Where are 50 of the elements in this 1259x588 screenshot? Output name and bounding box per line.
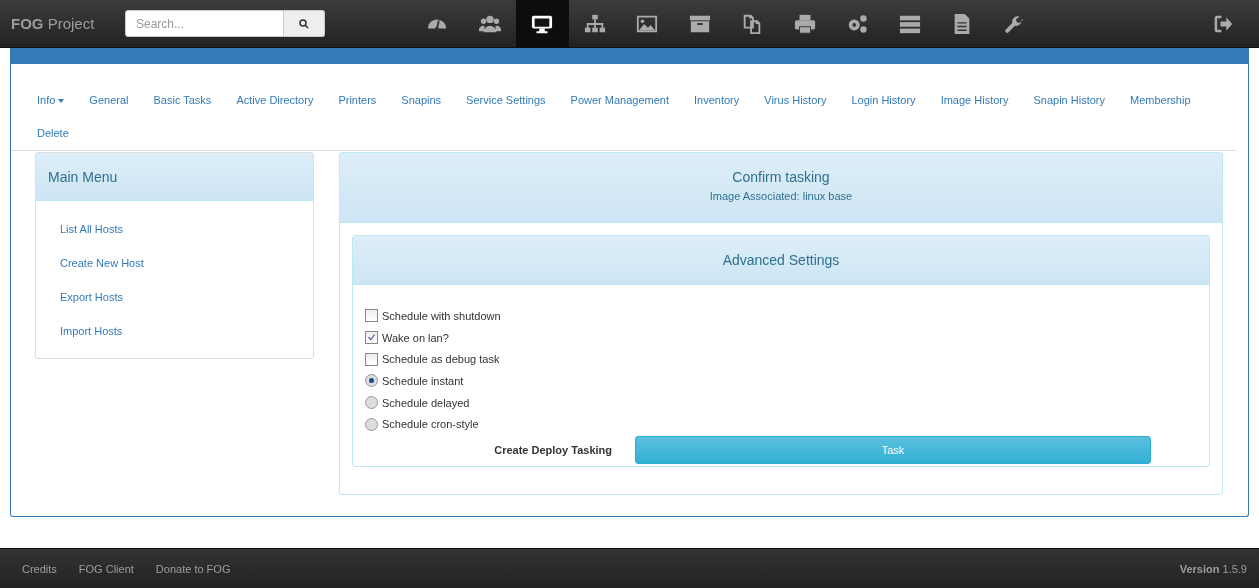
tab[interactable]: Basic Tasks bbox=[142, 84, 223, 117]
panel-title: Main Menu bbox=[48, 168, 118, 185]
nav-tab[interactable] bbox=[516, 0, 569, 48]
radio-button[interactable] bbox=[365, 417, 378, 431]
search-field[interactable]: Search... bbox=[125, 10, 284, 37]
tab[interactable]: Login History bbox=[840, 84, 927, 117]
footer-link[interactable]: Credits bbox=[11, 563, 68, 575]
menu-link[interactable]: List All Hosts bbox=[36, 212, 310, 246]
panel-title: Confirm tasking bbox=[731, 169, 831, 185]
menu-link[interactable]: Create New Host bbox=[36, 246, 310, 280]
tab[interactable]: Membership bbox=[1119, 84, 1202, 117]
tab[interactable]: Image History bbox=[929, 84, 1020, 117]
panel-title: Advanced Settings bbox=[722, 252, 840, 268]
option-label: Schedule instant bbox=[382, 374, 464, 387]
tab[interactable]: Inventory bbox=[683, 84, 751, 117]
tab[interactable]: Active Directory bbox=[225, 84, 325, 117]
tab[interactable]: Printers bbox=[327, 84, 388, 117]
sitemap-icon bbox=[583, 12, 606, 35]
tab[interactable]: Service Settings bbox=[455, 84, 557, 117]
search-icon bbox=[298, 17, 310, 30]
option-label: Schedule as debug task bbox=[382, 353, 500, 366]
logout-icon bbox=[1213, 13, 1233, 34]
option-label: Wake on lan? bbox=[382, 331, 449, 344]
tab[interactable]: Power Management bbox=[559, 84, 680, 117]
logout-button[interactable] bbox=[1213, 13, 1233, 34]
field-label: Create Deploy Tasking bbox=[493, 444, 613, 457]
tab[interactable]: Virus History bbox=[753, 84, 838, 117]
search-button[interactable] bbox=[284, 10, 325, 37]
version-text: Version 1.5.9 bbox=[1179, 563, 1247, 575]
tab[interactable]: General bbox=[78, 84, 140, 117]
footer-link[interactable]: Donate to FOG bbox=[144, 563, 242, 575]
radio-button[interactable] bbox=[365, 374, 378, 388]
printer-icon bbox=[793, 12, 816, 35]
option-label: Schedule with shutdown bbox=[382, 309, 501, 322]
tab[interactable]: Delete bbox=[26, 117, 80, 150]
option-label: Schedule cron-style bbox=[382, 418, 479, 431]
menu-link[interactable]: Import Hosts bbox=[36, 314, 310, 348]
brand-title[interactable]: FOG Project bbox=[11, 15, 125, 32]
checkbox[interactable] bbox=[365, 331, 378, 345]
tab[interactable]: Info bbox=[26, 84, 76, 117]
radio-button[interactable] bbox=[365, 396, 378, 410]
tab[interactable]: Snapins bbox=[390, 84, 453, 117]
menu-link[interactable]: Export Hosts bbox=[36, 280, 310, 314]
checkbox[interactable] bbox=[365, 309, 378, 323]
check-icon bbox=[367, 333, 376, 343]
checkbox[interactable] bbox=[365, 352, 378, 366]
option-label: Schedule delayed bbox=[382, 396, 470, 409]
tab[interactable]: Snapin History bbox=[1022, 84, 1117, 117]
image-associated-text: Image Associated: linux base bbox=[708, 190, 854, 202]
footer-link[interactable]: FOG Client bbox=[67, 563, 145, 575]
